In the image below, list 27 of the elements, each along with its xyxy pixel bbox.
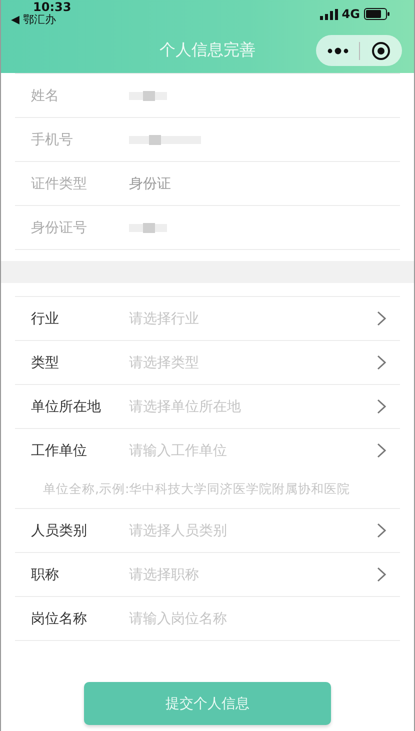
page-title: 个人信息完善	[160, 40, 256, 61]
back-to-app-link[interactable]: ◀ 鄂汇办	[11, 14, 72, 25]
picker-row[interactable]: 人员类别 请选择人员类别	[15, 508, 400, 552]
picker-row[interactable]: 单位所在地 请选择单位所在地	[15, 384, 400, 428]
picker-row[interactable]: 类型 请选择类型	[15, 340, 400, 384]
field-hint: 单位全称,示例:华中科技大学同济医学院附属协和医院	[43, 481, 350, 496]
field-label: 证件类型	[31, 174, 88, 192]
battery-icon	[364, 8, 390, 20]
close-icon[interactable]	[370, 40, 391, 60]
chevron-right-icon	[377, 355, 386, 370]
chevron-right-icon	[377, 399, 386, 414]
chevron-right-icon	[377, 523, 386, 538]
picker-row[interactable]: 行业 请选择行业	[15, 296, 400, 340]
chevron-right-icon	[377, 443, 386, 458]
field-label: 手机号	[31, 130, 74, 148]
chevron-right-icon	[377, 567, 386, 582]
picker-row[interactable]: 工作单位 请输入工作单位	[15, 428, 400, 472]
field-label: 身份证号	[31, 218, 88, 236]
status-time: 10:33	[32, 1, 72, 13]
field-label: 姓名	[31, 86, 60, 104]
field-value: 身份证	[129, 174, 171, 192]
input-row[interactable]: 岗位名称 请输入岗位名称	[15, 596, 400, 641]
more-icon[interactable]	[327, 46, 350, 54]
network-type: 4G	[342, 7, 360, 21]
picker-row[interactable]: 职称 请选择职称	[15, 552, 400, 596]
signal-icon	[320, 8, 338, 20]
chevron-right-icon	[377, 311, 386, 326]
